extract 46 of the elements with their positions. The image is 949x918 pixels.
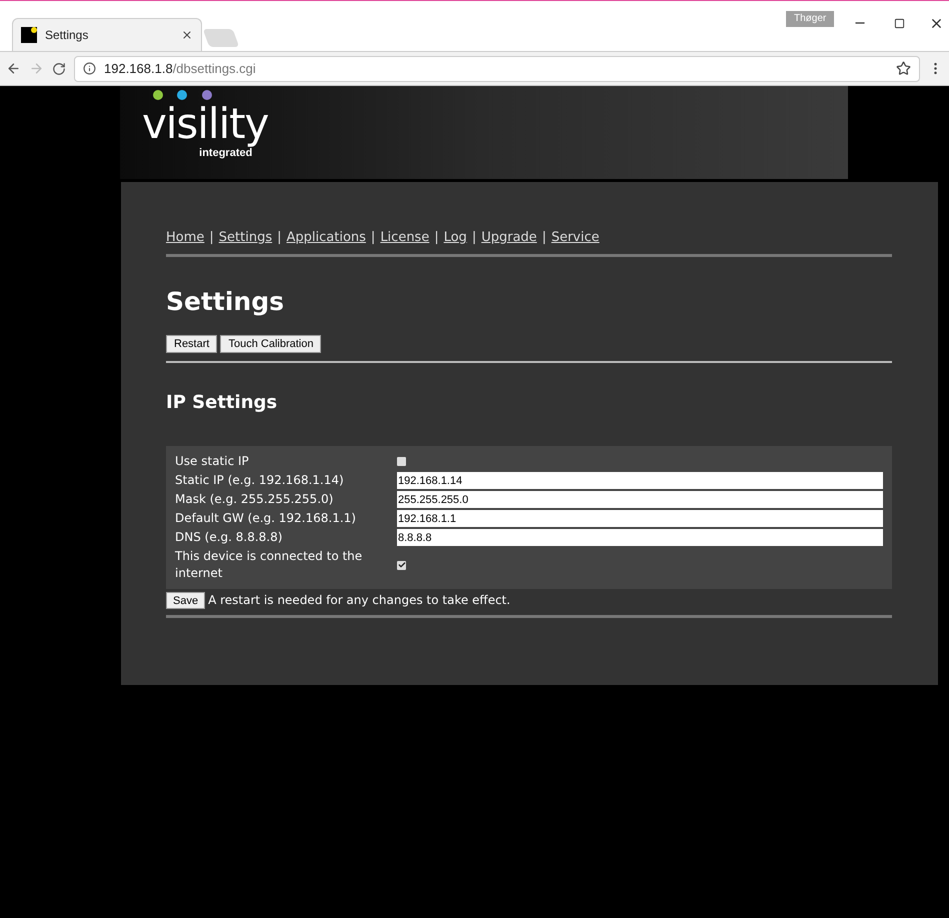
logo-wordmark: visility — [142, 103, 268, 146]
bookmark-star-icon[interactable] — [896, 61, 911, 76]
nav-separator: | — [370, 229, 376, 247]
nav-link[interactable]: Service — [551, 228, 600, 248]
checkbox[interactable] — [397, 560, 406, 570]
nav-link[interactable]: Settings — [218, 228, 272, 248]
page-title: Settings — [166, 286, 286, 318]
action-button[interactable]: Restart — [166, 335, 218, 353]
nav-separator: | — [472, 229, 476, 247]
section-title: IP Settings — [166, 391, 278, 415]
checkbox[interactable] — [397, 457, 406, 466]
nav-separator: | — [277, 229, 282, 247]
restart-note: A restart is needed for any changes to take effect. — [208, 592, 510, 609]
address-bar[interactable]: 192.168.1.8/dbsettings.cgi — [74, 56, 920, 82]
nav-link[interactable]: Log — [444, 228, 467, 248]
url-text: 192.168.1.8/dbsettings.cgi — [104, 60, 257, 78]
input-field[interactable]: 8.8.8.8 — [397, 529, 883, 546]
nav-separator: | — [542, 229, 546, 247]
back-icon[interactable] — [6, 61, 21, 76]
nav-link[interactable]: License — [380, 228, 430, 248]
favicon-icon — [21, 27, 37, 43]
nav-link[interactable]: Home — [166, 228, 204, 248]
field-label: Static IP (e.g. 192.168.1.14) — [175, 472, 345, 489]
close-tab-icon[interactable] — [181, 29, 193, 41]
save-button[interactable]: Save — [166, 592, 206, 608]
field-label: Mask (e.g. 255.255.255.0) — [175, 491, 334, 508]
field-label: Default GW (e.g. 192.168.1.1) — [175, 510, 357, 527]
logo-dots-icon — [152, 89, 214, 102]
action-button[interactable]: Touch Calibration — [220, 335, 322, 353]
input-field[interactable]: 192.168.1.14 — [397, 472, 883, 489]
field-label: This device is connected to the internet — [175, 548, 364, 582]
nav-separator: | — [209, 229, 214, 247]
nav-link[interactable]: Applications — [286, 228, 366, 248]
info-icon — [83, 62, 96, 75]
logo-tagline: integrated — [199, 147, 252, 162]
nav-separator: | — [434, 229, 439, 247]
input-field[interactable]: 192.168.1.1 — [397, 510, 883, 527]
maximize-icon[interactable] — [894, 18, 905, 29]
browser-tab[interactable]: Settings — [12, 18, 202, 51]
nav-link[interactable]: Upgrade — [481, 228, 537, 248]
input-field[interactable]: 255.255.255.0 — [397, 491, 883, 508]
tab-title: Settings — [45, 27, 90, 44]
reload-icon[interactable] — [52, 62, 66, 76]
field-label: DNS (e.g. 8.8.8.8) — [175, 529, 284, 546]
field-label: Use static IP — [175, 453, 250, 470]
close-window-icon[interactable] — [929, 16, 944, 31]
